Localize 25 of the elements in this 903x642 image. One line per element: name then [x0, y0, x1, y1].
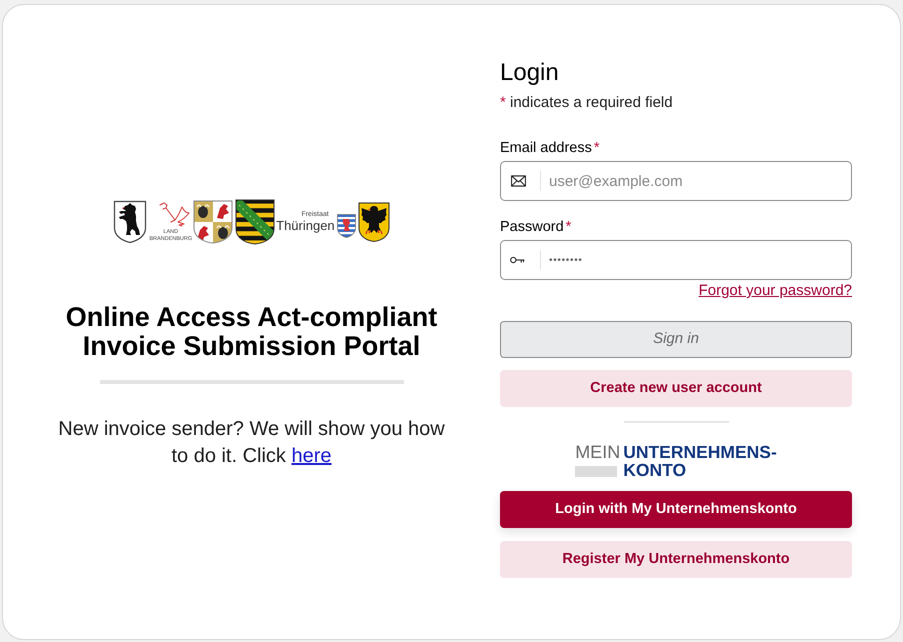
logo-text: MEIN — [575, 443, 620, 461]
forgot-password-link[interactable]: Forgot your password? — [698, 281, 852, 301]
barred-crest-icon — [336, 214, 356, 238]
logo-text: KONTO — [623, 461, 688, 479]
password-field[interactable]: •••••••• — [500, 240, 852, 280]
register-button[interactable]: Register My Unternehmenskonto — [500, 541, 852, 578]
email-field[interactable]: user@example.com — [500, 161, 852, 201]
key-icon — [510, 256, 525, 264]
intro-text: New invoice sender? We will show you how to do it. Click here — [57, 417, 446, 469]
eagle-crest-icon — [358, 202, 390, 242]
help-link[interactable]: here — [292, 445, 332, 467]
create-account-button[interactable]: Create new user account — [500, 370, 852, 407]
login-button[interactable]: Login with My Unternehmenskonto — [500, 491, 852, 528]
portal-title: Online Access Act-compliant Invoice Submission Portal — [64, 303, 438, 361]
required-note: * indicates a required field — [500, 93, 674, 113]
bar-icon — [575, 466, 618, 476]
bear-crest-icon — [113, 200, 148, 244]
email-icon — [511, 175, 526, 187]
logo-text: UNTERNEHMENS- — [623, 443, 777, 461]
login-title: Login — [500, 58, 560, 88]
field-label: Password* — [500, 218, 572, 237]
logo-caption: Thüringen — [276, 219, 335, 233]
striped-crest-icon — [235, 199, 276, 245]
quartered-crest-icon — [193, 200, 234, 244]
field-label: Email address* — [500, 139, 601, 158]
